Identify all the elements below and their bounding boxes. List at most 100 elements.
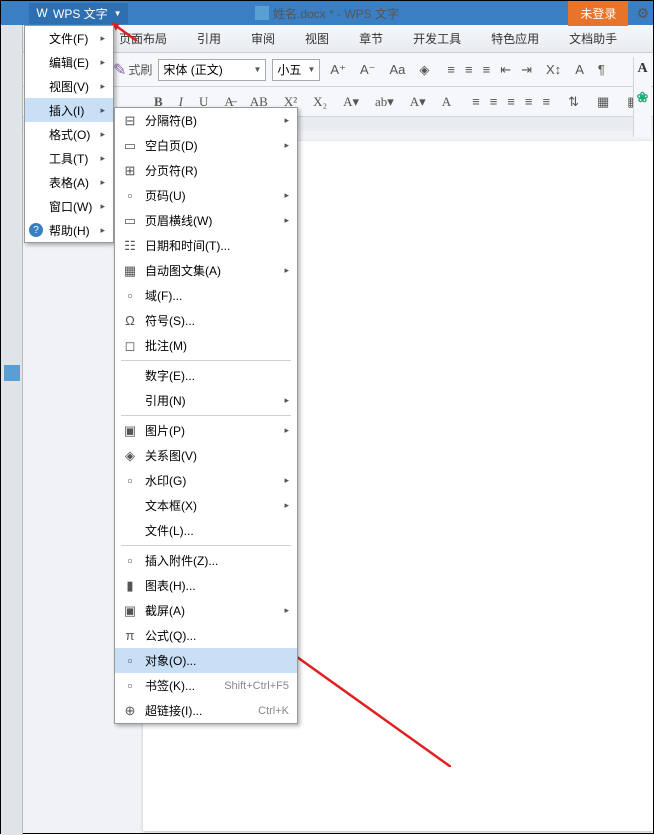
paragraph-mark-button[interactable]: ¶ (594, 60, 609, 79)
submenu-item-26[interactable]: ⊕超链接(I)...Ctrl+K (115, 698, 297, 723)
gear-icon[interactable]: ⚙ (636, 5, 649, 22)
submenu-item-14[interactable]: ▣图片(P)▸ (115, 418, 297, 443)
menu-separator (121, 360, 291, 361)
submenu-icon (121, 367, 139, 385)
submenu-item-12[interactable]: 引用(N)▸ (115, 388, 297, 413)
submenu-item-24[interactable]: ▫对象(O)... (115, 648, 297, 673)
menu-table[interactable]: 表格(A)▸ (25, 170, 113, 194)
number-list-button[interactable]: ≡ (461, 60, 477, 80)
distribute-button[interactable]: ≡ (538, 92, 554, 111)
login-button[interactable]: 未登录 (568, 1, 628, 26)
align-right-button[interactable]: ≡ (503, 92, 519, 111)
submenu-item-15[interactable]: ◈关系图(V) (115, 443, 297, 468)
tab-developer[interactable]: 开发工具 (407, 26, 467, 51)
submenu-icon (121, 392, 139, 410)
submenu-item-9[interactable]: ◻ 批注(M) (115, 333, 297, 358)
submenu-item-25[interactable]: ▫书签(K)...Shift+Ctrl+F5 (115, 673, 297, 698)
submenu-item-2[interactable]: ⊞ 分页符(R) (115, 158, 297, 183)
submenu-item-4[interactable]: ▭页眉横线(W)▸ (115, 208, 297, 233)
help-icon: ? (29, 223, 43, 237)
tab-view[interactable]: 视图 (299, 26, 335, 51)
submenu-item-1[interactable]: ▭空白页(D)▸ (115, 133, 297, 158)
decrease-font-button[interactable]: A⁻ (356, 60, 380, 80)
text-effect-button[interactable]: A▾ (407, 92, 429, 112)
menu-help[interactable]: ?帮助(H)▸ (25, 218, 113, 242)
chevron-right-icon: ▸ (100, 153, 105, 164)
submenu-icon: ▫ (121, 652, 139, 670)
font-color-button[interactable]: A▾ (340, 92, 362, 112)
submenu-label: 文本框(X) (145, 497, 284, 514)
style-b-icon[interactable]: ❀ (637, 89, 649, 106)
chevron-right-icon: ▸ (284, 190, 289, 201)
submenu-icon: π (121, 627, 139, 645)
submenu-icon: ⊕ (121, 702, 139, 720)
tab-helper[interactable]: 文档助手 (563, 26, 623, 51)
increase-font-button[interactable]: A⁺ (326, 60, 350, 80)
submenu-label: 页码(U) (145, 187, 284, 204)
format-painter-button[interactable]: ✎ 式刷 (113, 60, 152, 80)
submenu-item-3[interactable]: ▫页码(U)▸ (115, 183, 297, 208)
bullet-list-button[interactable]: ≡ (443, 60, 459, 80)
chevron-right-icon: ▸ (284, 215, 289, 226)
menu-view[interactable]: 视图(V)▸ (25, 74, 113, 98)
change-case-button[interactable]: Aa (386, 60, 410, 79)
submenu-item-7[interactable]: ▫域(F)... (115, 283, 297, 308)
tab-special[interactable]: 特色应用 (485, 26, 545, 51)
titlebar: W WPS 文字 ▼ 姓名.docx * - WPS 文字 未登录 ⚙ (1, 1, 653, 25)
tab-review[interactable]: 审阅 (245, 26, 281, 51)
submenu-item-18[interactable]: 文件(L)... (115, 518, 297, 543)
submenu-icon: ◻ (121, 337, 139, 355)
app-menu-button[interactable]: W WPS 文字 ▼ (29, 3, 128, 24)
align-left-button[interactable]: ≡ (468, 92, 484, 111)
submenu-label: 批注(M) (145, 337, 289, 354)
submenu-item-0[interactable]: ⊟分隔符(B)▸ (115, 108, 297, 133)
submenu-item-21[interactable]: ▮图表(H)... (115, 573, 297, 598)
style-a-icon[interactable]: A (637, 61, 647, 77)
submenu-icon: ▮ (121, 577, 139, 595)
font-name-select[interactable]: 宋体 (正文) ▼ (158, 59, 266, 81)
submenu-label: 插入附件(Z)... (145, 552, 289, 569)
submenu-item-20[interactable]: ▫插入附件(Z)... (115, 548, 297, 573)
highlight-button[interactable]: ab▾ (372, 92, 397, 112)
clear-format-button[interactable]: ◈ (415, 60, 433, 80)
indent-dec-button[interactable]: ⇤ (496, 60, 515, 80)
submenu-item-23[interactable]: π公式(Q)... (115, 623, 297, 648)
menu-window[interactable]: 窗口(W)▸ (25, 194, 113, 218)
submenu-item-17[interactable]: 文本框(X)▸ (115, 493, 297, 518)
window-title: 姓名.docx * - WPS 文字 (255, 5, 399, 22)
ruby-button[interactable]: A (571, 60, 588, 79)
multilevel-list-button[interactable]: ≡ (479, 60, 495, 80)
line-spacing-button[interactable]: ⇅ (564, 92, 583, 112)
submenu-item-6[interactable]: ▦自动图文集(A)▸ (115, 258, 297, 283)
tab-references[interactable]: 引用 (191, 26, 227, 51)
chevron-right-icon: ▸ (284, 475, 289, 486)
submenu-item-8[interactable]: Ω符号(S)... (115, 308, 297, 333)
font-size-select[interactable]: 小五 ▼ (272, 59, 320, 81)
menu-edit[interactable]: 编辑(E)▸ (25, 50, 113, 74)
menu-file[interactable]: 文件(F)▸ (25, 26, 113, 50)
char-border-button[interactable]: A (439, 92, 454, 112)
menu-insert[interactable]: 插入(I)▸ (25, 98, 113, 122)
subscript-button[interactable]: X₂ (310, 92, 330, 112)
submenu-item-11[interactable]: 数字(E)... (115, 363, 297, 388)
menu-format[interactable]: 格式(O)▸ (25, 122, 113, 146)
submenu-icon: ⊟ (121, 112, 139, 130)
align-justify-button[interactable]: ≡ (521, 92, 537, 111)
submenu-label: 分页符(R) (145, 162, 289, 179)
submenu-item-16[interactable]: ▫水印(G)▸ (115, 468, 297, 493)
submenu-item-5[interactable]: ☷日期和时间(T)... (115, 233, 297, 258)
left-ruler-strip (1, 25, 23, 835)
submenu-item-22[interactable]: ▣截屏(A)▸ (115, 598, 297, 623)
shading-button[interactable]: ▦ (593, 92, 613, 112)
text-direction-button[interactable]: X↕ (542, 60, 565, 79)
indent-inc-button[interactable]: ⇥ (517, 60, 536, 80)
tab-page-layout[interactable]: 页面布局 (113, 26, 173, 51)
submenu-icon: ▦ (121, 262, 139, 280)
chevron-right-icon: ▸ (100, 57, 105, 68)
submenu-label: 截屏(A) (145, 602, 284, 619)
align-center-button[interactable]: ≡ (486, 92, 502, 111)
submenu-icon: ▭ (121, 212, 139, 230)
menu-tools[interactable]: 工具(T)▸ (25, 146, 113, 170)
submenu-icon: ⊞ (121, 162, 139, 180)
tab-chapter[interactable]: 章节 (353, 26, 389, 51)
